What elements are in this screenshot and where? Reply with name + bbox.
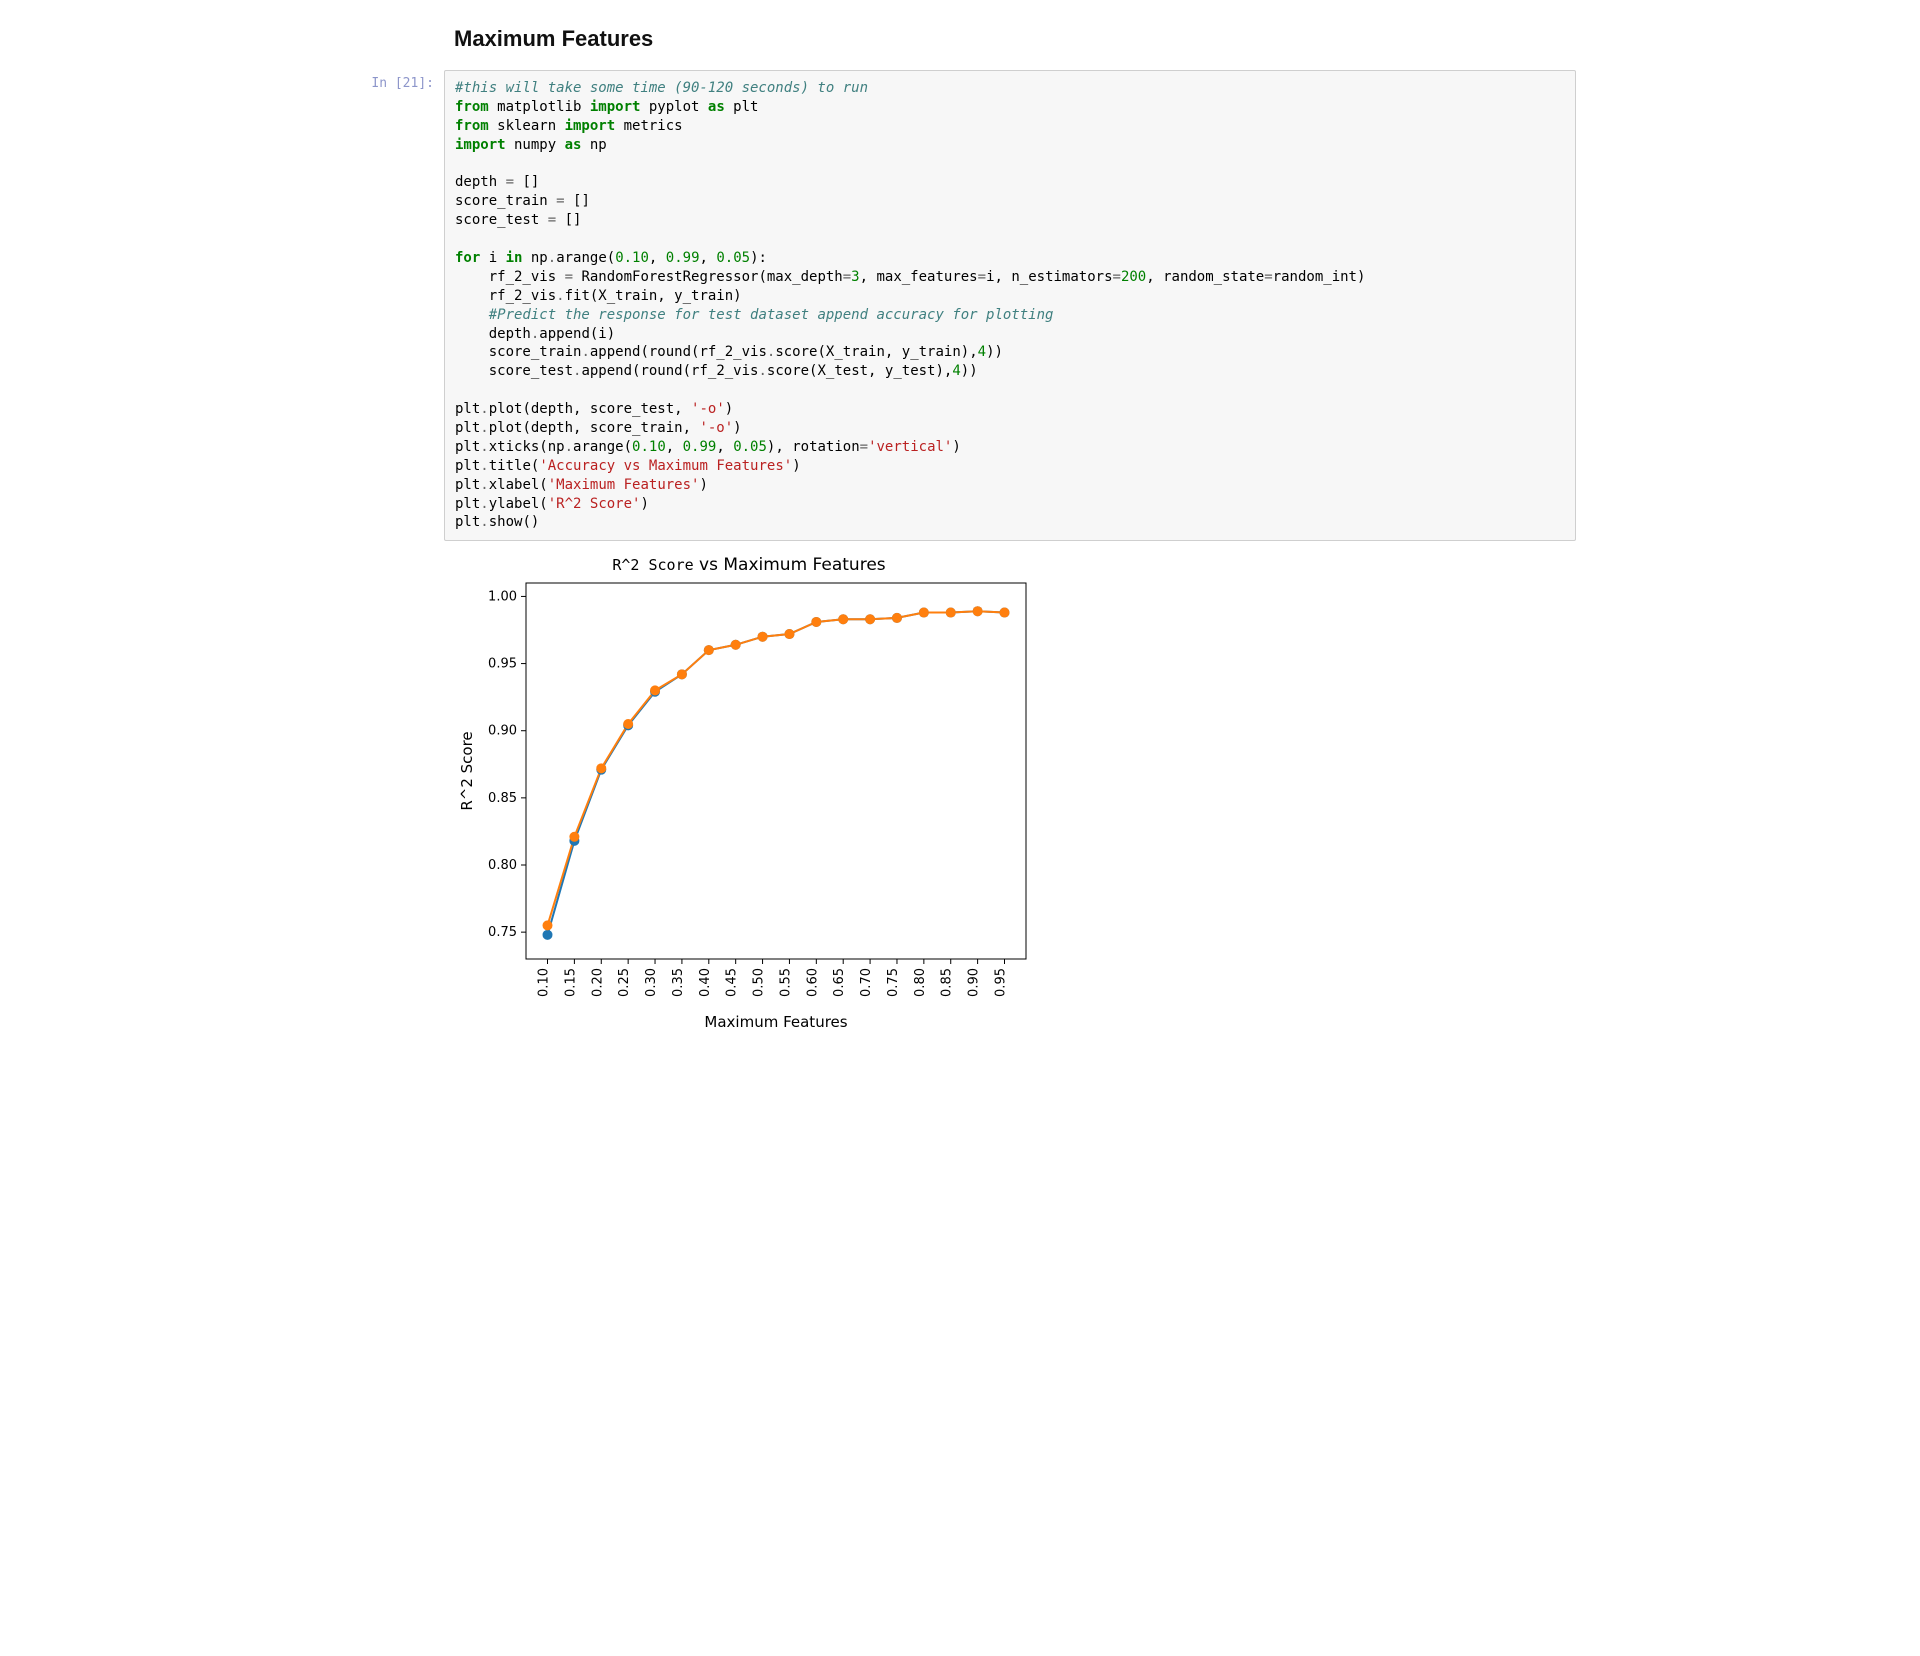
svg-text:0.90: 0.90 — [488, 724, 517, 739]
input-prompt: In [21]: — [344, 70, 444, 91]
code-cell: In [21]: #this will take some time (90-1… — [344, 70, 1576, 541]
svg-text:0.25: 0.25 — [617, 968, 632, 997]
code-block: #this will take some time (90-120 second… — [455, 79, 1565, 532]
svg-text:0.65: 0.65 — [832, 968, 847, 997]
chart-title: R^2 Score vs Maximum Features — [454, 555, 1044, 575]
section-heading: Maximum Features — [454, 26, 1576, 52]
svg-text:0.85: 0.85 — [488, 791, 517, 806]
svg-text:Maximum Features: Maximum Features — [704, 1013, 847, 1031]
svg-text:0.80: 0.80 — [913, 968, 928, 997]
svg-text:0.85: 0.85 — [940, 968, 955, 997]
svg-text:0.20: 0.20 — [590, 968, 605, 997]
chart-title-suffix: vs Maximum Features — [694, 555, 886, 575]
svg-text:0.55: 0.55 — [778, 968, 793, 997]
svg-text:0.95: 0.95 — [993, 968, 1008, 997]
svg-text:0.75: 0.75 — [886, 968, 901, 997]
svg-text:0.75: 0.75 — [488, 926, 517, 941]
svg-text:0.50: 0.50 — [752, 968, 767, 997]
svg-text:0.70: 0.70 — [859, 968, 874, 997]
svg-text:0.30: 0.30 — [644, 968, 659, 997]
code-input-area[interactable]: #this will take some time (90-120 second… — [444, 70, 1576, 541]
output-area: R^2 Score vs Maximum Features 0.750.800.… — [454, 555, 1576, 1037]
svg-text:0.60: 0.60 — [805, 968, 820, 997]
chart: R^2 Score vs Maximum Features 0.750.800.… — [454, 555, 1044, 1037]
svg-text:R^2 Score: R^2 Score — [458, 732, 476, 811]
svg-text:0.15: 0.15 — [563, 968, 578, 997]
svg-text:1.00: 1.00 — [488, 590, 517, 605]
chart-svg: 0.75 0.80 0.85 0.90 0.95 1.00 0.10 0.15 0.20 0.25… — [454, 577, 1044, 1037]
svg-text:0.45: 0.45 — [725, 968, 740, 997]
svg-text:0.95: 0.95 — [488, 657, 517, 672]
svg-text:0.80: 0.80 — [488, 858, 517, 873]
svg-text:0.40: 0.40 — [698, 968, 713, 997]
svg-text:0.90: 0.90 — [967, 968, 982, 997]
svg-text:0.35: 0.35 — [671, 968, 686, 997]
chart-title-prefix: R^2 Score — [612, 556, 693, 574]
svg-text:0.10: 0.10 — [537, 968, 552, 997]
